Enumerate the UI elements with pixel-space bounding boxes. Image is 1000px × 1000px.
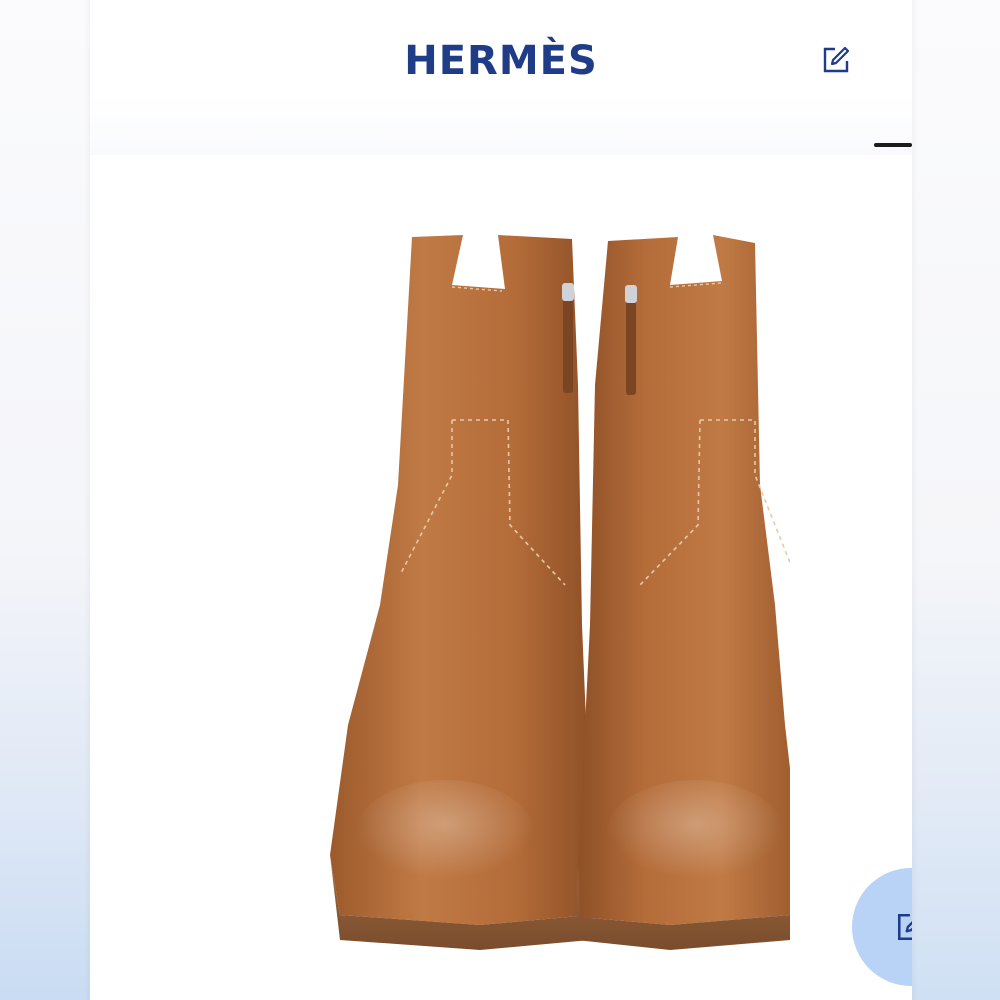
edit-square-icon xyxy=(823,46,850,73)
edit-square-icon xyxy=(897,913,912,941)
ankle-boots-image xyxy=(330,235,790,950)
menu-dash-indicator xyxy=(874,143,912,147)
floating-edit-button[interactable] xyxy=(852,868,912,986)
right-boot xyxy=(576,235,790,950)
header-divider-fade xyxy=(90,95,912,155)
background-left-panel xyxy=(0,0,90,1000)
brand-logo-text: HERMÈS xyxy=(404,38,598,84)
left-boot xyxy=(330,235,592,950)
edit-button[interactable] xyxy=(819,43,853,77)
content-panel: HERMÈS xyxy=(90,0,912,1000)
background-right-panel xyxy=(912,0,1000,1000)
